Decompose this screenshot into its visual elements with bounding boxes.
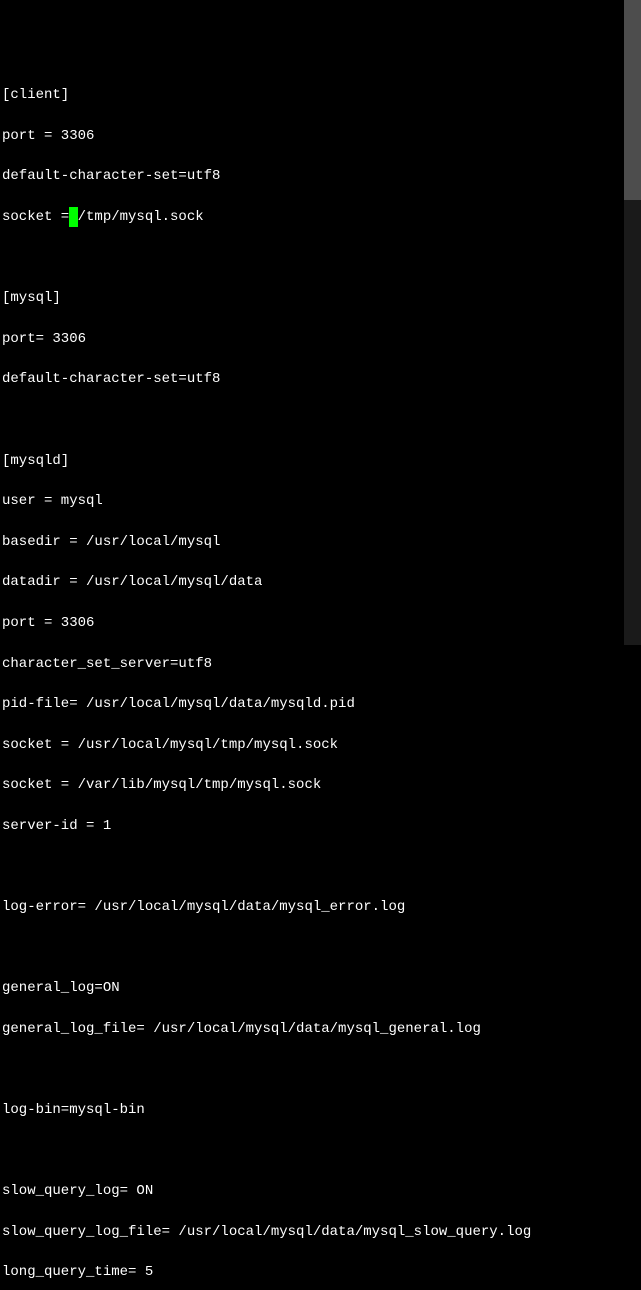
text-after-cursor: /tmp/mysql.sock (78, 209, 204, 225)
blank-line (2, 248, 641, 268)
config-line-basedir: basedir = /usr/local/mysql (2, 532, 641, 552)
scrollbar-thumb[interactable] (624, 0, 641, 200)
config-line-charset: default-character-set=utf8 (2, 369, 641, 389)
blank-line (2, 1141, 641, 1161)
blank-line (2, 938, 641, 958)
config-line-logbin: log-bin=mysql-bin (2, 1100, 641, 1120)
config-line-charset: default-character-set=utf8 (2, 166, 641, 186)
config-line-general-log-file: general_log_file= /usr/local/mysql/data/… (2, 1019, 641, 1039)
config-line-user: user = mysql (2, 491, 641, 511)
config-line-slow-query-log: slow_query_log= ON (2, 1181, 641, 1201)
config-line-client-section: [client] (2, 85, 641, 105)
config-line-mysql-section: [mysql] (2, 288, 641, 308)
config-line-logerror: log-error= /usr/local/mysql/data/mysql_e… (2, 897, 641, 917)
config-line-mysqld-section: [mysqld] (2, 451, 641, 471)
config-line-general-log: general_log=ON (2, 978, 641, 998)
config-line-serverid: server-id = 1 (2, 816, 641, 836)
scrollbar-track[interactable] (624, 0, 641, 645)
config-line-slow-query-log-file: slow_query_log_file= /usr/local/mysql/da… (2, 1222, 641, 1242)
blank-line (2, 410, 641, 430)
text-before-cursor: socket = (2, 209, 69, 225)
blank-line (2, 856, 641, 876)
config-line-charset-server: character_set_server=utf8 (2, 654, 641, 674)
config-line-port: port = 3306 (2, 126, 641, 146)
config-line-port: port = 3306 (2, 613, 641, 633)
config-line-socket-cursor: socket = /tmp/mysql.sock (2, 207, 641, 227)
config-line-socket: socket = /usr/local/mysql/tmp/mysql.sock (2, 735, 641, 755)
config-line-datadir: datadir = /usr/local/mysql/data (2, 572, 641, 592)
config-line-long-query-time: long_query_time= 5 (2, 1262, 641, 1282)
cursor-icon (69, 207, 77, 227)
blank-line (2, 1059, 641, 1079)
config-line-pidfile: pid-file= /usr/local/mysql/data/mysqld.p… (2, 694, 641, 714)
config-line-port: port= 3306 (2, 329, 641, 349)
config-line-socket: socket = /var/lib/mysql/tmp/mysql.sock (2, 775, 641, 795)
